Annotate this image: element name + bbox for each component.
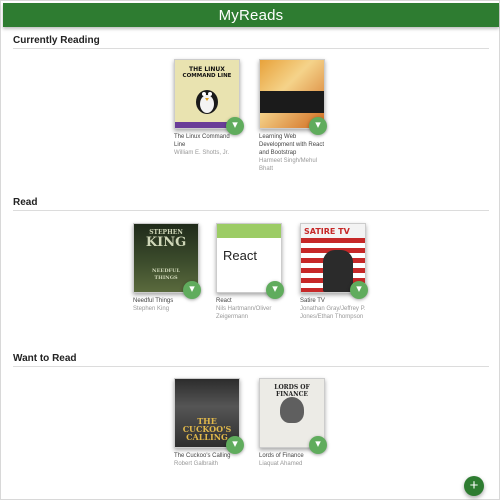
shelf-title: Currently Reading (13, 35, 489, 49)
shelf-changer-button[interactable]: ▾ (350, 281, 368, 299)
shelf-changer-button[interactable]: ▾ (226, 436, 244, 454)
app-title: MyReads (218, 6, 284, 24)
shelf-read: Read (13, 197, 489, 211)
cover-title-line: NEEDFUL (152, 268, 180, 274)
shelf-changer-button[interactable]: ▾ (309, 117, 327, 135)
plus-icon: + (469, 477, 479, 494)
book-authors: Stephen King (133, 306, 170, 312)
book-item: ▾ Learning Web Development with React an… (259, 59, 327, 173)
chevron-down-icon: ▾ (315, 119, 321, 131)
cover-title-line: React (223, 248, 257, 263)
cover-author-line: KING (145, 235, 187, 250)
cover-strip (260, 91, 324, 113)
book-item: LORDS OF FINANCE ▾ Lords of Finance Liaq… (259, 378, 327, 468)
book-item: THE LINUX COMMAND LINE ▾ The Linux Comma… (174, 59, 244, 157)
book-authors: William E. Shotts, Jr. (174, 150, 230, 156)
shelf-currently-reading: Currently Reading (13, 35, 489, 49)
cover-title-line: SATIRE TV (304, 227, 350, 236)
add-book-button[interactable]: + (464, 476, 484, 496)
cover-person-figure (323, 250, 353, 292)
shelf-title: Want to Read (13, 353, 489, 367)
chevron-down-icon: ▾ (272, 283, 278, 295)
cover-topbar (217, 224, 281, 238)
book-title: The Linux Command Line (174, 134, 230, 148)
book-authors: Liaquat Ahamed (259, 461, 303, 467)
cover-title-line: THE LINUX (189, 66, 225, 73)
book-item: React ▾ React Nils Hartmann/Oliver Zeige… (216, 223, 284, 321)
book-title: Learning Web Development with React and … (259, 134, 325, 156)
book-authors: Nils Hartmann/Oliver Zeigermann (216, 306, 272, 320)
cover-title-line: LORDS OF FINANCE (274, 384, 310, 398)
penguin-illustration (196, 90, 218, 114)
shelf-changer-button[interactable]: ▾ (309, 436, 327, 454)
shelf-changer-button[interactable]: ▾ (183, 281, 201, 299)
book-authors: Robert Galbraith (174, 461, 219, 467)
book-title: The Cuckoo's Calling (174, 453, 231, 459)
shelf-changer-button[interactable]: ▾ (226, 117, 244, 135)
shelf-title: Read (13, 197, 489, 211)
chevron-down-icon: ▾ (356, 283, 362, 295)
book-item: THE CUCKOO'S CALLING ▾ The Cuckoo's Call… (174, 378, 244, 468)
book-authors: Jonathan Gray/Jeffrey P. Jones/Ethan Tho… (300, 306, 366, 320)
shelf-want-to-read: Want to Read (13, 353, 489, 367)
app-header: MyReads (3, 3, 499, 27)
chevron-down-icon: ▾ (189, 283, 195, 295)
chevron-down-icon: ▾ (232, 119, 238, 131)
cover-figure (280, 397, 304, 423)
shelf-changer-button[interactable]: ▾ (266, 281, 284, 299)
book-item: STEPHEN KING NEEDFUL THINGS ▾ Needful Th… (133, 223, 201, 313)
chevron-down-icon: ▾ (315, 438, 321, 450)
cover-title-line: COMMAND LINE (182, 73, 232, 79)
chevron-down-icon: ▾ (232, 438, 238, 450)
book-item: SATIRE TV ▾ Satire TV Jonathan Gray/Jeff… (300, 223, 368, 321)
cover-title-line: THINGS (154, 275, 178, 281)
app-container: MyReads Currently Reading THE LINUX COMM… (0, 0, 500, 500)
book-authors: Harmeet Singh/Mehul Bhatt (259, 158, 318, 172)
